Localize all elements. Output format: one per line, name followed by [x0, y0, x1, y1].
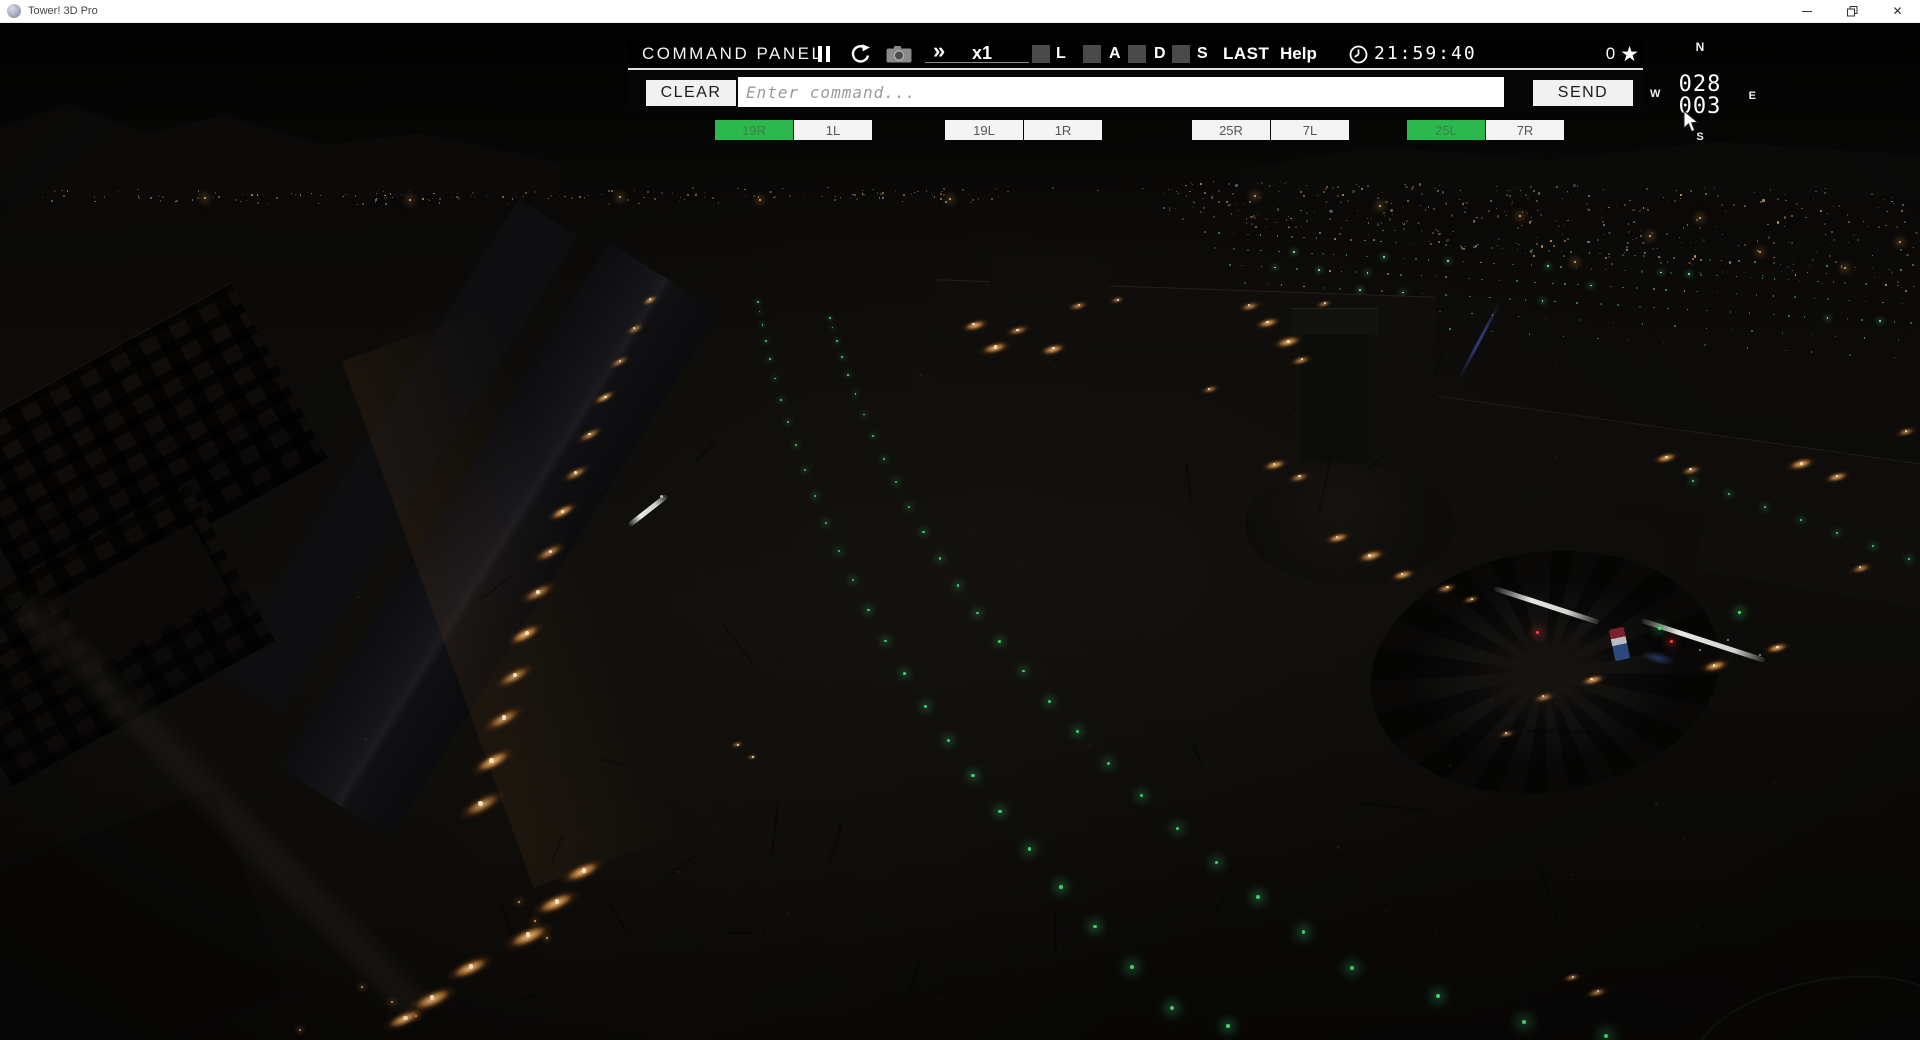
clear-button[interactable]: CLEAR: [646, 80, 736, 106]
window-controls: ✕: [1785, 0, 1920, 22]
star-icon: ★: [1620, 44, 1639, 65]
minimize-button[interactable]: [1785, 0, 1830, 22]
replay-arrow-icon: [849, 43, 871, 65]
compass-north-label: N: [1642, 40, 1758, 54]
camera-button[interactable]: [886, 46, 912, 68]
command-panel-title: COMMAND PANEL: [642, 40, 823, 68]
runway-button-1l[interactable]: 1L: [794, 120, 872, 140]
runway-pair-group: 25R7L: [1192, 120, 1349, 140]
runway-button-row: 19R1L 19L1R 25R7L 25L7R: [628, 120, 1643, 140]
minimize-icon: [1802, 6, 1813, 17]
restore-icon: [1847, 6, 1858, 17]
command-panel: COMMAND PANEL » x1 LAST Help: [628, 40, 1643, 140]
runway-button-19r[interactable]: 19R: [715, 120, 793, 140]
toggle-label-s: S: [1197, 40, 1208, 68]
compass-south-label: S: [1642, 131, 1758, 143]
runway-button-19l[interactable]: 19L: [945, 120, 1023, 140]
clock-icon: [1349, 45, 1368, 69]
command-panel-header: COMMAND PANEL » x1 LAST Help: [628, 40, 1643, 70]
command-input[interactable]: [738, 77, 1504, 107]
runway-pair-group: 19R1L: [715, 120, 872, 140]
titlebar-left: Tower! 3D Pro: [0, 4, 98, 18]
pause-icon: [818, 46, 822, 62]
airport-night-scene[interactable]: [0, 0, 1920, 1040]
command-input-row: CLEAR SEND: [628, 70, 1643, 113]
help-button[interactable]: Help: [1280, 40, 1317, 68]
runway-button-7r[interactable]: 7R: [1486, 120, 1564, 140]
toggle-label-l: L: [1056, 40, 1066, 68]
toggle-checkbox-d[interactable]: [1128, 45, 1146, 63]
runway-button-7l[interactable]: 7L: [1271, 120, 1349, 140]
restore-button[interactable]: [1830, 0, 1875, 22]
compass-widget: N W E S 028 003: [1642, 36, 1758, 148]
window-title: Tower! 3D Pro: [28, 5, 98, 17]
replay-button[interactable]: [849, 43, 871, 70]
toggle-checkbox-a[interactable]: [1083, 45, 1101, 63]
app-icon: [7, 4, 21, 18]
close-button[interactable]: ✕: [1875, 0, 1920, 22]
runway-button-25l[interactable]: 25L: [1407, 120, 1485, 140]
toggle-label-d: D: [1154, 40, 1166, 68]
toggle-checkbox-l[interactable]: [1032, 45, 1050, 63]
camera-heading-value: 028: [1642, 74, 1758, 96]
runway-button-1r[interactable]: 1R: [1024, 120, 1102, 140]
window-titlebar: Tower! 3D Pro ✕: [0, 0, 1920, 23]
speed-slider-track[interactable]: [925, 62, 1029, 63]
mouse-cursor: [1683, 110, 1699, 133]
sim-clock-time: 21:59:40: [1374, 40, 1477, 68]
close-icon: ✕: [1892, 5, 1902, 17]
send-button[interactable]: SEND: [1533, 80, 1633, 106]
score-display: 0 ★: [1606, 40, 1639, 68]
runway-pair-group: 19L1R: [945, 120, 1102, 140]
score-value: 0: [1606, 44, 1615, 64]
fast-forward-button[interactable]: »: [933, 38, 945, 64]
toggle-label-a: A: [1109, 40, 1121, 68]
runway-pair-group: 25L7R: [1407, 120, 1564, 140]
runway-button-25r[interactable]: 25R: [1192, 120, 1270, 140]
camera-icon: [886, 46, 912, 63]
camera-tilt-value: 003: [1642, 96, 1758, 118]
toggle-checkbox-s[interactable]: [1172, 45, 1190, 63]
app-window: Tower! 3D Pro ✕ COMMAND PANEL: [0, 0, 1920, 1040]
last-command-button[interactable]: LAST: [1223, 40, 1269, 68]
pause-button[interactable]: [818, 46, 830, 62]
